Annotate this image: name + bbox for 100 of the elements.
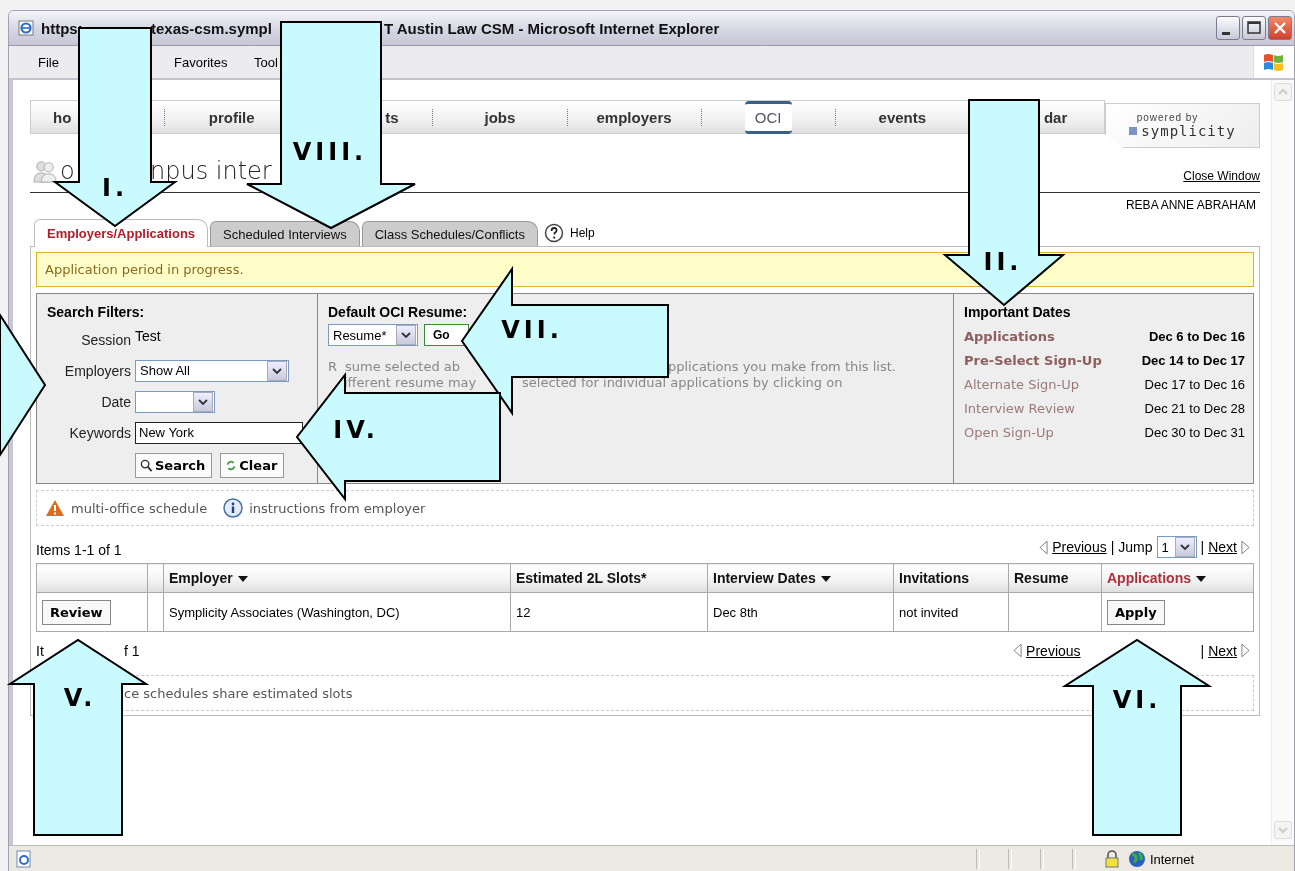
arrow-label: VIII. xyxy=(292,138,368,166)
nav-tab[interactable]: profile xyxy=(208,109,255,126)
refresh-icon xyxy=(225,458,238,472)
previous-icon[interactable] xyxy=(1013,643,1023,658)
page-heading: o xyxy=(60,158,75,184)
alert-message: Application period in progress. xyxy=(45,262,244,277)
separator: | xyxy=(1200,539,1205,555)
sort-caret-icon[interactable] xyxy=(820,576,831,583)
table-cell: Symplicity Associates (Washington, DC) xyxy=(169,604,400,620)
caret-icon xyxy=(1179,543,1190,551)
panel-title: Important Dates xyxy=(964,304,1071,320)
caret-icon xyxy=(272,366,282,375)
nav-tab[interactable]: employers xyxy=(596,109,672,126)
item-count: Items 1-1 of 1 xyxy=(36,542,122,558)
next-icon[interactable] xyxy=(1241,643,1250,658)
field-label: Keywords xyxy=(68,424,131,441)
field-label: Employers xyxy=(63,362,131,379)
maximize-button[interactable] xyxy=(1242,16,1266,40)
apply-button[interactable]: Apply xyxy=(1107,599,1165,625)
separator: | xyxy=(1110,539,1115,555)
help-link[interactable]: Help xyxy=(569,226,595,240)
next-link[interactable]: Next xyxy=(1208,539,1237,555)
date-label: Open Sign-Up xyxy=(964,424,1054,440)
arrow-label: VI. xyxy=(1112,686,1162,714)
nav-tab[interactable]: OCI xyxy=(744,101,792,134)
search-button[interactable]: Search xyxy=(135,452,213,478)
logo-name: symplicity xyxy=(1129,123,1236,139)
nav-tab[interactable]: ts xyxy=(385,109,399,126)
arrow-label: II. xyxy=(983,248,1023,276)
close-button[interactable] xyxy=(1268,16,1292,40)
window-title: https: xyxy=(41,19,83,37)
date-dropdown[interactable] xyxy=(135,390,215,413)
date-label: Pre-Select Sign-Up xyxy=(964,352,1102,368)
caret-icon xyxy=(198,397,208,406)
page-heading: npus inter xyxy=(150,158,272,184)
previous-link[interactable]: Previous xyxy=(1026,642,1081,659)
search-icon xyxy=(140,458,153,472)
date-label: Alternate Sign-Up xyxy=(964,376,1079,392)
tab[interactable]: Employers/Applications xyxy=(34,219,209,247)
page-dropdown[interactable]: 1 xyxy=(1156,536,1197,558)
nav-tab[interactable]: dar xyxy=(1043,109,1068,126)
review-button[interactable]: Review xyxy=(42,599,111,625)
help-icon[interactable] xyxy=(543,223,564,243)
info-icon xyxy=(223,498,244,518)
user-name: REBA ANNE ABRAHAM xyxy=(1125,198,1256,212)
go-button[interactable]: Go xyxy=(424,324,469,346)
session-value: Test xyxy=(135,327,161,344)
logo-tagline: powered by xyxy=(1136,112,1199,123)
date-range: Dec 6 to Dec 16 xyxy=(1148,328,1245,344)
people-icon xyxy=(33,159,57,183)
tab[interactable]: Class Schedules/Conflicts xyxy=(361,221,538,246)
previous-link[interactable]: Previous xyxy=(1052,539,1107,555)
next-icon[interactable] xyxy=(1241,539,1250,555)
tab[interactable]: Scheduled Interviews xyxy=(210,221,360,246)
date-range: Dec 30 to Dec 31 xyxy=(1144,424,1245,440)
item-count: f 1 xyxy=(124,642,140,659)
legend-text: instructions from employer xyxy=(249,500,426,516)
minimize-button[interactable] xyxy=(1216,16,1240,40)
globe-icon xyxy=(1127,850,1146,868)
menu-item[interactable]: Favorites xyxy=(174,54,228,70)
ie-icon xyxy=(18,20,34,36)
item-count: It xyxy=(36,642,44,659)
nav-tab[interactable]: ho xyxy=(53,109,72,126)
column-header[interactable]: Employer xyxy=(169,570,233,586)
table-cell: Dec 8th xyxy=(713,604,758,620)
close-window-link[interactable]: Close Window xyxy=(1183,169,1260,184)
resume-note: R xyxy=(328,359,338,375)
nav-tab[interactable]: jobs xyxy=(484,109,516,126)
next-link[interactable]: Next xyxy=(1208,642,1237,659)
minimize-icon xyxy=(1222,31,1230,35)
table-cell: 12 xyxy=(516,604,531,620)
sort-caret-icon[interactable] xyxy=(237,576,248,583)
menu-item[interactable]: Tool xyxy=(254,54,278,70)
table-cell: not invited xyxy=(899,604,959,620)
jump-label: Jump xyxy=(1118,539,1153,555)
date-range: Dec 21 to Dec 28 xyxy=(1144,400,1245,416)
resume-note: sume selected ab xyxy=(345,359,461,375)
keywords-field[interactable]: New York xyxy=(135,421,303,444)
arrow-label: IV. xyxy=(333,416,379,444)
footnote: ce schedules share estimated slots xyxy=(124,685,353,701)
lock-icon xyxy=(1103,850,1120,868)
separator: | xyxy=(1200,642,1205,659)
date-range: Dec 14 to Dec 17 xyxy=(1141,352,1245,368)
resume-dropdown[interactable]: Resume* xyxy=(328,324,418,346)
warning-icon xyxy=(45,499,65,517)
arrow-label: VII. xyxy=(501,316,563,344)
employers-dropdown[interactable]: Show All xyxy=(135,359,289,382)
panel-title: Default OCI Resume: xyxy=(328,304,468,320)
previous-icon[interactable] xyxy=(1039,539,1049,555)
window-title: T Austin Law CSM - Microsoft Internet Explorer xyxy=(384,19,720,37)
nav-tab[interactable]: events xyxy=(878,109,927,126)
clear-button[interactable]: Clear xyxy=(220,452,285,478)
sort-caret-icon[interactable] xyxy=(1196,576,1206,583)
caret-icon xyxy=(401,331,411,339)
date-range: Dec 17 to Dec 16 xyxy=(1144,376,1245,392)
page-icon xyxy=(15,850,33,868)
date-label: Interview Review xyxy=(964,400,1075,416)
date-label: Applications xyxy=(964,328,1055,344)
menu-item[interactable]: File xyxy=(38,54,59,70)
resume-note: pplications you make from this list. xyxy=(668,359,896,375)
